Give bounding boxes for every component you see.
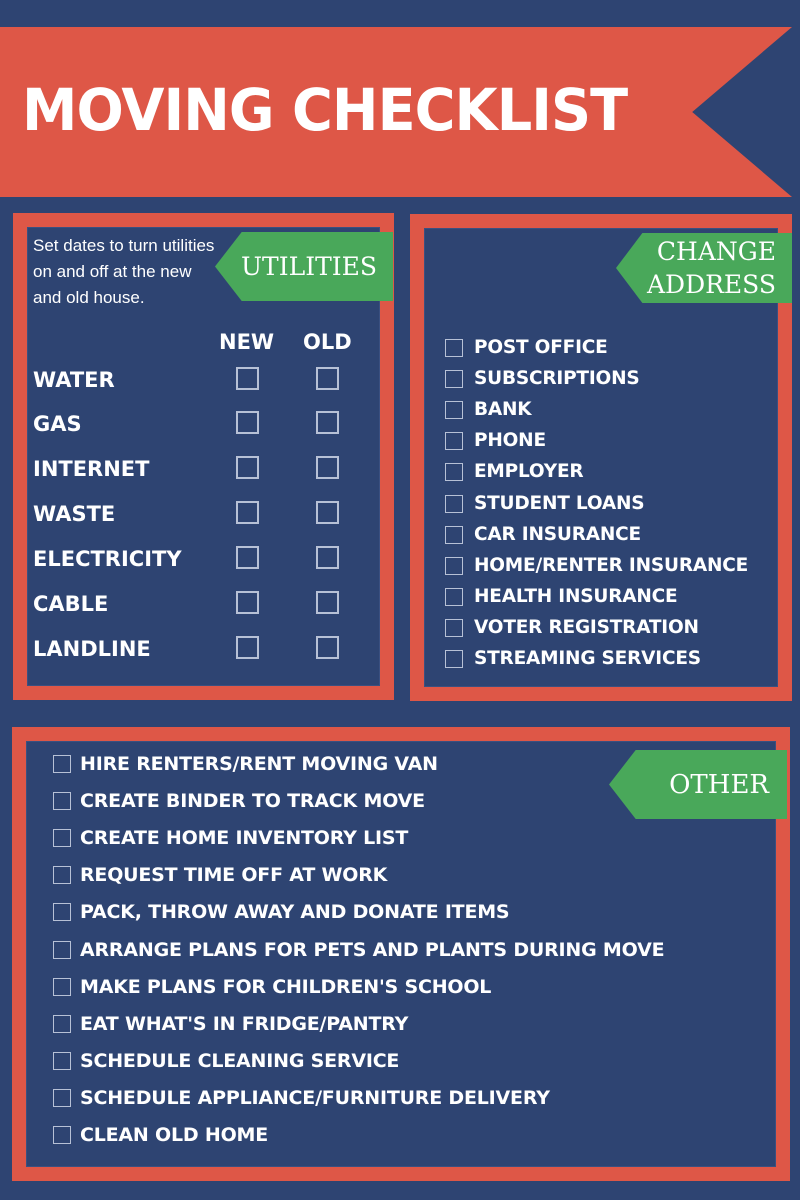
checkbox[interactable] (445, 525, 463, 544)
utility-label: CABLE (33, 592, 109, 616)
column-header-new: NEW (219, 330, 275, 354)
checkbox[interactable] (445, 650, 463, 668)
utility-row: CABLE (33, 589, 373, 619)
checkbox[interactable] (53, 1014, 71, 1033)
checkbox[interactable] (53, 1051, 71, 1070)
item-label: EMPLOYER (474, 461, 584, 483)
utility-old-checkbox[interactable] (316, 591, 339, 614)
item-label: REQUEST TIME OFF AT WORK (80, 864, 388, 887)
item-label: PHONE (474, 430, 546, 452)
checkbox[interactable] (445, 463, 463, 482)
item-label: SCHEDULE APPLIANCE/FURNITURE DELIVERY (80, 1086, 550, 1109)
utility-new-checkbox[interactable] (236, 591, 259, 614)
utilities-description: Set dates to turn utilities on and off a… (33, 236, 215, 307)
item-label: CAR INSURANCE (474, 523, 641, 545)
utility-new-checkbox[interactable] (236, 411, 259, 434)
utility-label: INTERNET (33, 457, 150, 481)
utility-label: WATER (33, 368, 115, 392)
utility-row: WASTE (33, 499, 373, 529)
checkbox[interactable] (445, 618, 463, 637)
utility-new-checkbox[interactable] (236, 636, 259, 659)
utility-row: LANDLINE (33, 634, 373, 664)
checkbox[interactable] (53, 866, 71, 885)
change-address-tag: CHANGE ADDRESS (616, 233, 792, 303)
utility-row: GAS (33, 409, 373, 439)
other-tag-label: OTHER (669, 769, 769, 800)
utility-old-checkbox[interactable] (316, 546, 339, 569)
utility-row: INTERNET (33, 454, 373, 484)
item-label: ARRANGE PLANS FOR PETS AND PLANTS DURING… (80, 938, 665, 961)
utility-row: WATER (33, 365, 373, 395)
utility-row: ELECTRICITY (33, 544, 373, 574)
item-label: PACK, THROW AWAY AND DONATE ITEMS (80, 901, 510, 924)
page-title: MOVING CHECKLIST (22, 76, 628, 144)
utility-label: WASTE (33, 502, 116, 526)
utility-old-checkbox[interactable] (316, 501, 339, 524)
item-label: SUBSCRIPTIONS (474, 368, 640, 390)
utility-new-checkbox[interactable] (236, 546, 259, 569)
checkbox[interactable] (53, 829, 71, 848)
item-label: BANK (474, 399, 532, 421)
utility-old-checkbox[interactable] (316, 367, 339, 390)
utility-old-checkbox[interactable] (316, 636, 339, 659)
other-tag: OTHER (609, 750, 787, 819)
item-label: SCHEDULE CLEANING SERVICE (80, 1049, 400, 1072)
checkbox[interactable] (53, 792, 71, 811)
utility-label: ELECTRICITY (33, 547, 182, 571)
utility-old-checkbox[interactable] (316, 411, 339, 434)
checkbox[interactable] (53, 1126, 71, 1144)
utilities-tag-label: UTILITIES (240, 252, 377, 281)
utility-old-checkbox[interactable] (316, 456, 339, 479)
utility-label: GAS (33, 412, 82, 436)
checkbox[interactable] (53, 977, 71, 996)
utility-new-checkbox[interactable] (236, 456, 259, 479)
checkbox[interactable] (445, 370, 463, 389)
checkbox[interactable] (53, 903, 71, 922)
item-label: EAT WHAT'S IN FRIDGE/PANTRY (80, 1012, 409, 1035)
item-label: STREAMING SERVICES (474, 648, 701, 669)
checkbox[interactable] (445, 432, 463, 451)
checkbox[interactable] (445, 494, 463, 513)
checkbox[interactable] (53, 1088, 71, 1107)
item-label: CREATE BINDER TO TRACK MOVE (80, 790, 425, 813)
item-label: CLEAN OLD HOME (80, 1124, 269, 1146)
checkbox[interactable] (53, 940, 71, 959)
checkbox[interactable] (445, 339, 463, 357)
item-label: HIRE RENTERS/RENT MOVING VAN (80, 753, 438, 775)
item-label: POST OFFICE (474, 337, 608, 358)
item-label: STUDENT LOANS (474, 492, 645, 514)
checkbox[interactable] (445, 556, 463, 575)
item-label: CREATE HOME INVENTORY LIST (80, 827, 409, 850)
item-label: MAKE PLANS FOR CHILDREN'S SCHOOL (80, 975, 492, 998)
change-address-tag-line2: ADDRESS (646, 270, 776, 299)
item-label: HEALTH INSURANCE (474, 585, 678, 607)
utility-label: LANDLINE (33, 637, 151, 661)
checkbox[interactable] (53, 755, 71, 773)
checkbox[interactable] (445, 401, 463, 420)
utilities-tag: UTILITIES (215, 232, 393, 301)
item-label: HOME/RENTER INSURANCE (474, 554, 749, 576)
utility-new-checkbox[interactable] (236, 501, 259, 524)
checkbox[interactable] (445, 587, 463, 606)
utility-new-checkbox[interactable] (236, 367, 259, 390)
item-label: VOTER REGISTRATION (474, 616, 699, 638)
column-header-old: OLD (303, 330, 352, 354)
change-address-tag-line1: CHANGE (656, 237, 776, 266)
